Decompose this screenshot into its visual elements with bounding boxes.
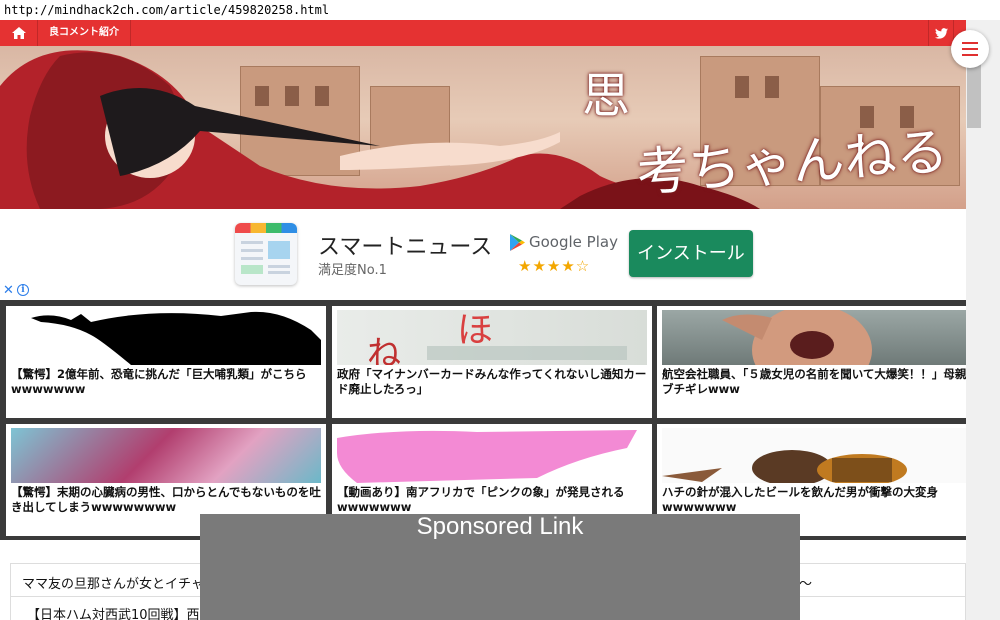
article-title[interactable]: 航空会社職員、「５歳女児の名前を聞いて大爆笑！！」母親ブチギレwww [662,367,966,397]
install-button[interactable]: インストール [629,230,753,277]
ad-info-icon[interactable]: i [17,284,29,296]
article-title[interactable]: 【動画あり】南アフリカで「ピンクの象」が発見されるwwwwwww [337,485,647,515]
ad-app-name[interactable]: スマートニュース [318,229,492,261]
article-title[interactable]: 政府「マイナンバーカードみんな作ってくれないし通知カード廃止したろっ」 [337,367,647,397]
url-text: http://mindhack2ch.com/article/459820258… [4,3,330,17]
home-button[interactable] [0,20,38,46]
site-header-banner[interactable]: 思 考ちゃんねる [0,46,966,209]
article-title[interactable]: 【驚愕】2億年前、恐竜に挑んだ「巨大哺乳類」がこちらwwwwwww [11,367,321,397]
related-article-title-end: ～ [799,577,813,592]
article-thumbnail [11,428,321,483]
sponsored-link-label: Sponsored Link [416,513,584,540]
article-thumbnail [662,428,966,483]
app-icon-line [268,271,290,274]
hamburger-menu-icon [962,48,978,50]
scrollbar[interactable] [966,20,1000,620]
svg-text:ほ: ほ [457,310,493,351]
related-article-title[interactable]: 【日本ハム対西武10回戦】西武 [27,604,213,620]
app-icon-image-block [268,241,290,259]
hamburger-menu-icon [962,42,978,44]
address-bar[interactable]: http://mindhack2ch.com/article/459820258… [0,0,1000,20]
article-thumbnail [337,428,647,483]
app-icon-image-block [241,265,263,274]
article-card[interactable]: ほね 政府「マイナンバーカードみんな作ってくれないし通知カード廃止したろっ」 [332,306,652,418]
hamburger-menu-button[interactable] [951,30,989,68]
google-play-badge[interactable]: Google Play [510,233,618,251]
ad-app-subtitle: 満足度No.1 [318,263,387,278]
top-navigation: 良コメント紹介 [0,20,966,46]
twitter-button[interactable] [928,20,954,46]
smartnews-app-icon[interactable] [235,223,297,285]
article-thumbnail [662,310,966,365]
nav-link-good-comments[interactable]: 良コメント紹介 [38,20,131,46]
home-icon [11,27,26,39]
article-thumbnail: ほね [337,310,647,365]
article-card[interactable]: 【驚愕】2億年前、恐竜に挑んだ「巨大哺乳類」がこちらwwwwwww [6,306,326,418]
app-icon-line [241,249,263,252]
app-icon-line [241,257,263,260]
app-icon-line [268,265,290,268]
scrollbar-thumb[interactable] [967,60,981,128]
article-card[interactable]: 航空会社職員、「５歳女児の名前を聞いて大爆笑！！」母親ブチギレwww [657,306,966,418]
twitter-icon [934,27,948,39]
rating-stars: ★★★★☆ [518,257,591,275]
article-thumbnail [11,310,321,365]
sponsored-link-overlay[interactable]: Sponsored Link [200,514,800,620]
google-play-icon [510,233,525,251]
banner-window [765,76,779,98]
banner-title-line1: 思 [582,68,631,124]
article-title[interactable]: ハチの針が混入したビールを飲んだ男が衝撃の大変身wwwwwww [662,485,966,515]
app-icon-color-stripe [235,223,297,233]
app-install-ad: スマートニュース 満足度No.1 Google Play ★★★★☆ インストー… [0,209,966,302]
app-icon-line [241,241,263,244]
svg-text:ね: ね [367,334,401,365]
article-title[interactable]: 【驚愕】末期の心臓病の男性、口からとんでもないものを吐き出してしまうwwwwww… [11,485,321,515]
google-play-label: Google Play [529,233,618,251]
related-article-title[interactable]: ママ友の旦那さんが女とイチャ [22,573,204,592]
article-grid: 【驚愕】2億年前、恐竜に挑んだ「巨大哺乳類」がこちらwwwwwww ほね 政府「… [0,300,966,540]
ad-close-icon[interactable]: ✕ [3,283,14,298]
hamburger-menu-icon [962,54,978,56]
